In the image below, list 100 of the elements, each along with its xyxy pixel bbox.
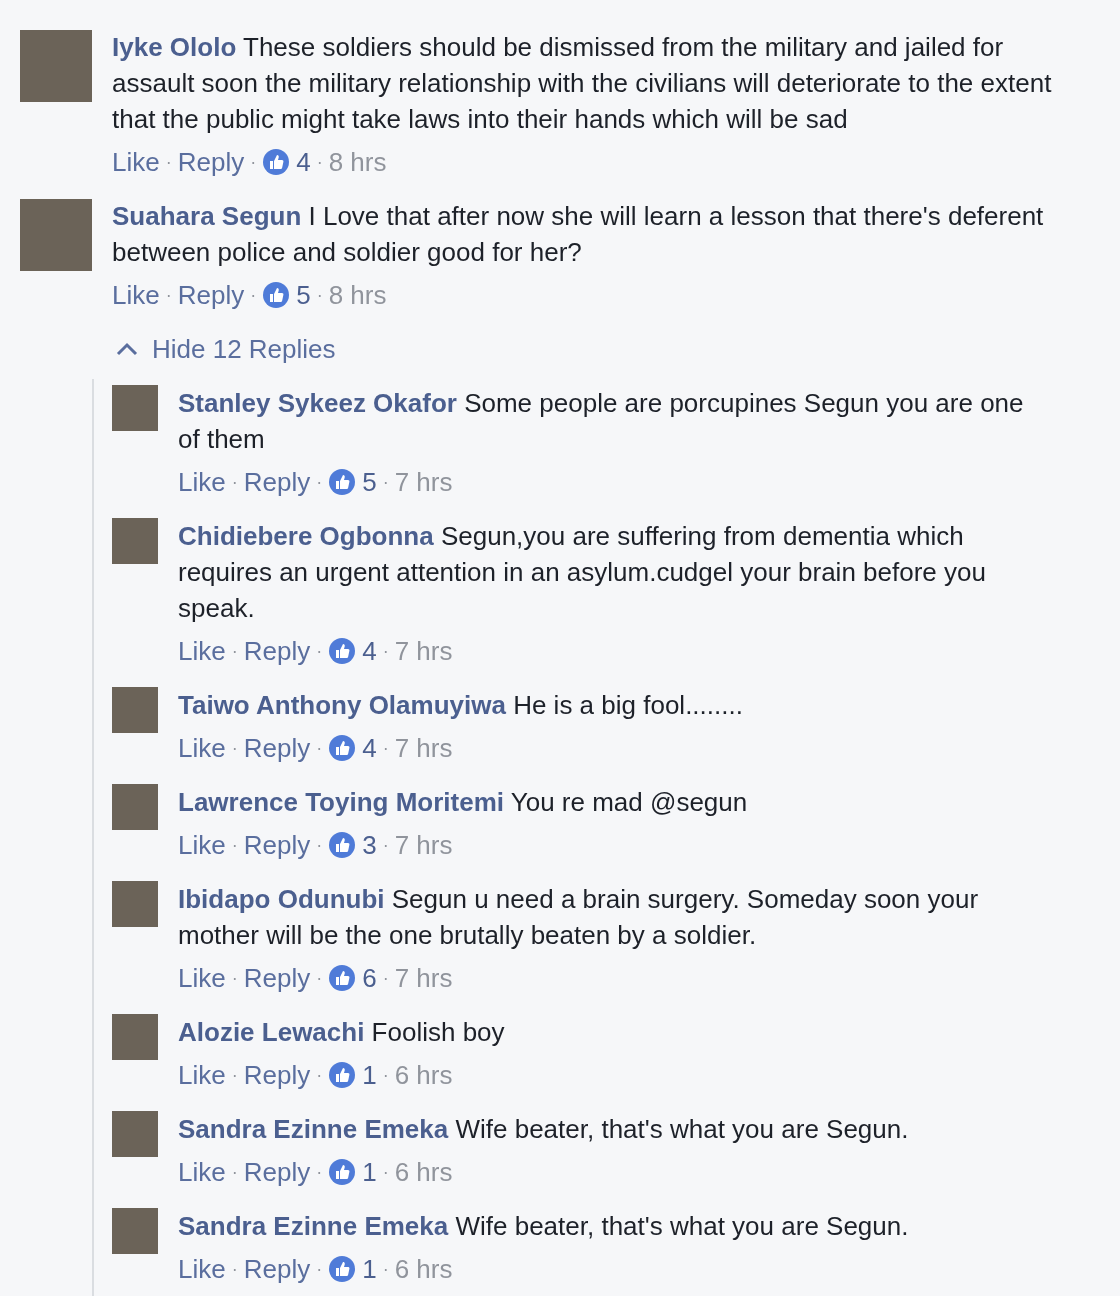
- avatar-photo[interactable]: [112, 687, 158, 733]
- timestamp[interactable]: 8 hrs: [328, 277, 387, 313]
- timestamp[interactable]: 7 hrs: [394, 827, 453, 863]
- author-link[interactable]: Suahara Segun: [112, 201, 302, 231]
- separator-dot: ·: [316, 967, 323, 990]
- timestamp[interactable]: 7 hrs: [394, 633, 453, 669]
- separator-dot: ·: [316, 640, 323, 663]
- separator-dot: ·: [231, 834, 238, 857]
- thumbs-up-icon: [328, 468, 357, 496]
- thumbs-up-icon: [328, 734, 357, 762]
- like-count[interactable]: 5: [362, 464, 377, 500]
- separator-dot: ·: [231, 1064, 238, 1087]
- separator-dot: ·: [382, 1161, 389, 1184]
- separator-dot: ·: [316, 834, 323, 857]
- timestamp[interactable]: 7 hrs: [394, 464, 453, 500]
- separator-dot: ·: [382, 471, 389, 494]
- thumbs-up-icon: [328, 637, 357, 665]
- like-link[interactable]: Like: [178, 1251, 226, 1287]
- comment-text: Chidiebere Ogbonna Segun,you are suffering from dementia which requires an urgent attention in an asylum.cudgel your brain before you speak.: [178, 520, 987, 625]
- separator-dot: ·: [231, 967, 238, 990]
- like-link[interactable]: Like: [178, 633, 226, 669]
- author-link[interactable]: Stanley Sykeez Okafor: [178, 388, 457, 418]
- reply-link[interactable]: Reply: [177, 144, 245, 180]
- separator-dot: ·: [316, 151, 323, 174]
- timestamp[interactable]: 7 hrs: [394, 730, 453, 766]
- comment-text: Stanley Sykeez Okafor Some people are porcupines Segun you are one of them: [178, 387, 1025, 456]
- reply-link[interactable]: Reply: [243, 960, 311, 996]
- author-link[interactable]: Ibidapo Odunubi: [178, 884, 385, 914]
- like-link[interactable]: Like: [112, 277, 160, 313]
- reply-link[interactable]: Reply: [243, 1154, 311, 1190]
- avatar-photo[interactable]: [112, 518, 158, 564]
- avatar-photo[interactable]: [112, 1111, 158, 1157]
- avatar-photo[interactable]: [20, 30, 92, 102]
- comment-text: Sandra Ezinne Emeka Wife beater, that's what you are Segun.: [178, 1210, 910, 1243]
- like-count[interactable]: 1: [362, 1154, 377, 1190]
- like-count[interactable]: 4: [362, 633, 377, 669]
- author-link[interactable]: Alozie Lewachi: [178, 1017, 365, 1047]
- comment-text: Sandra Ezinne Emeka Wife beater, that's what you are Segun.: [178, 1113, 910, 1146]
- separator-dot: ·: [231, 1258, 238, 1281]
- like-link[interactable]: Like: [112, 144, 160, 180]
- separator-dot: ·: [250, 151, 257, 174]
- separator-dot: ·: [165, 151, 172, 174]
- author-link[interactable]: Sandra Ezinne Emeka: [178, 1114, 449, 1144]
- like-count[interactable]: 1: [362, 1251, 377, 1287]
- like-count[interactable]: 3: [362, 827, 377, 863]
- reply-link[interactable]: Reply: [243, 633, 311, 669]
- thumbs-up-icon: [328, 1158, 357, 1186]
- timestamp[interactable]: 7 hrs: [394, 960, 453, 996]
- like-count[interactable]: 1: [362, 1057, 377, 1093]
- like-count[interactable]: 5: [296, 277, 311, 313]
- comment-text: Lawrence Toying Moritemi You re mad @segun: [178, 786, 749, 819]
- like-count[interactable]: 4: [362, 730, 377, 766]
- avatar-photo[interactable]: [112, 881, 158, 927]
- timestamp[interactable]: 8 hrs: [328, 144, 387, 180]
- caret-icon: [116, 342, 138, 356]
- like-link[interactable]: Like: [178, 1057, 226, 1093]
- hide-replies-button[interactable]: Hide 12 Replies: [116, 331, 336, 367]
- reply-link[interactable]: Reply: [243, 730, 311, 766]
- author-link[interactable]: Taiwo Anthony Olamuyiwa: [178, 690, 506, 720]
- author-link[interactable]: Iyke Ololo: [112, 32, 237, 62]
- separator-dot: ·: [250, 284, 257, 307]
- separator-dot: ·: [316, 1258, 323, 1281]
- separator-dot: ·: [316, 1064, 323, 1087]
- thumbs-up-icon: [328, 1255, 357, 1283]
- reply-link[interactable]: Reply: [243, 1057, 311, 1093]
- comment-text: Iyke Ololo These soldiers should be dismissed from the military and jailed for assault soon the military relationship with the civilians will deteriorate to the extent that the public might take laws into their hands which will be sad: [112, 31, 1053, 136]
- like-link[interactable]: Like: [178, 730, 226, 766]
- comment-text: Taiwo Anthony Olamuyiwa He is a big fool........: [178, 689, 744, 722]
- timestamp[interactable]: 6 hrs: [394, 1154, 453, 1190]
- author-link[interactable]: Sandra Ezinne Emeka: [178, 1211, 449, 1241]
- reply-link[interactable]: Reply: [243, 1251, 311, 1287]
- separator-dot: ·: [231, 471, 238, 494]
- reply-link[interactable]: Reply: [177, 277, 245, 313]
- like-link[interactable]: Like: [178, 1154, 226, 1190]
- thumbs-up-icon: [328, 831, 357, 859]
- separator-dot: ·: [382, 1258, 389, 1281]
- comment-text: Suahara Segun I Love that after now she will learn a lesson that there's deferent between police and soldier good for her?: [112, 200, 1045, 269]
- separator-dot: ·: [316, 737, 323, 760]
- separator-dot: ·: [382, 737, 389, 760]
- timestamp[interactable]: 6 hrs: [394, 1057, 453, 1093]
- thumbs-up-icon: [262, 281, 291, 309]
- like-count[interactable]: 6: [362, 960, 377, 996]
- avatar-photo[interactable]: [112, 784, 158, 830]
- thumbs-up-icon: [328, 1061, 357, 1089]
- like-link[interactable]: Like: [178, 960, 226, 996]
- avatar-photo[interactable]: [112, 385, 158, 431]
- avatar-photo[interactable]: [20, 199, 92, 271]
- reply-link[interactable]: Reply: [243, 464, 311, 500]
- avatar-photo[interactable]: [112, 1014, 158, 1060]
- avatar-photo[interactable]: [112, 1208, 158, 1254]
- like-link[interactable]: Like: [178, 464, 226, 500]
- author-link[interactable]: Lawrence Toying Moritemi: [178, 787, 504, 817]
- author-link[interactable]: Chidiebere Ogbonna: [178, 521, 434, 551]
- comment-text: Ibidapo Odunubi Segun u need a brain surgery. Someday soon your mother will be the one brutally beaten by a soldier.: [178, 883, 980, 952]
- timestamp[interactable]: 6 hrs: [394, 1251, 453, 1287]
- like-link[interactable]: Like: [178, 827, 226, 863]
- like-count[interactable]: 4: [296, 144, 311, 180]
- reply-link[interactable]: Reply: [243, 827, 311, 863]
- separator-dot: ·: [231, 640, 238, 663]
- separator-dot: ·: [382, 640, 389, 663]
